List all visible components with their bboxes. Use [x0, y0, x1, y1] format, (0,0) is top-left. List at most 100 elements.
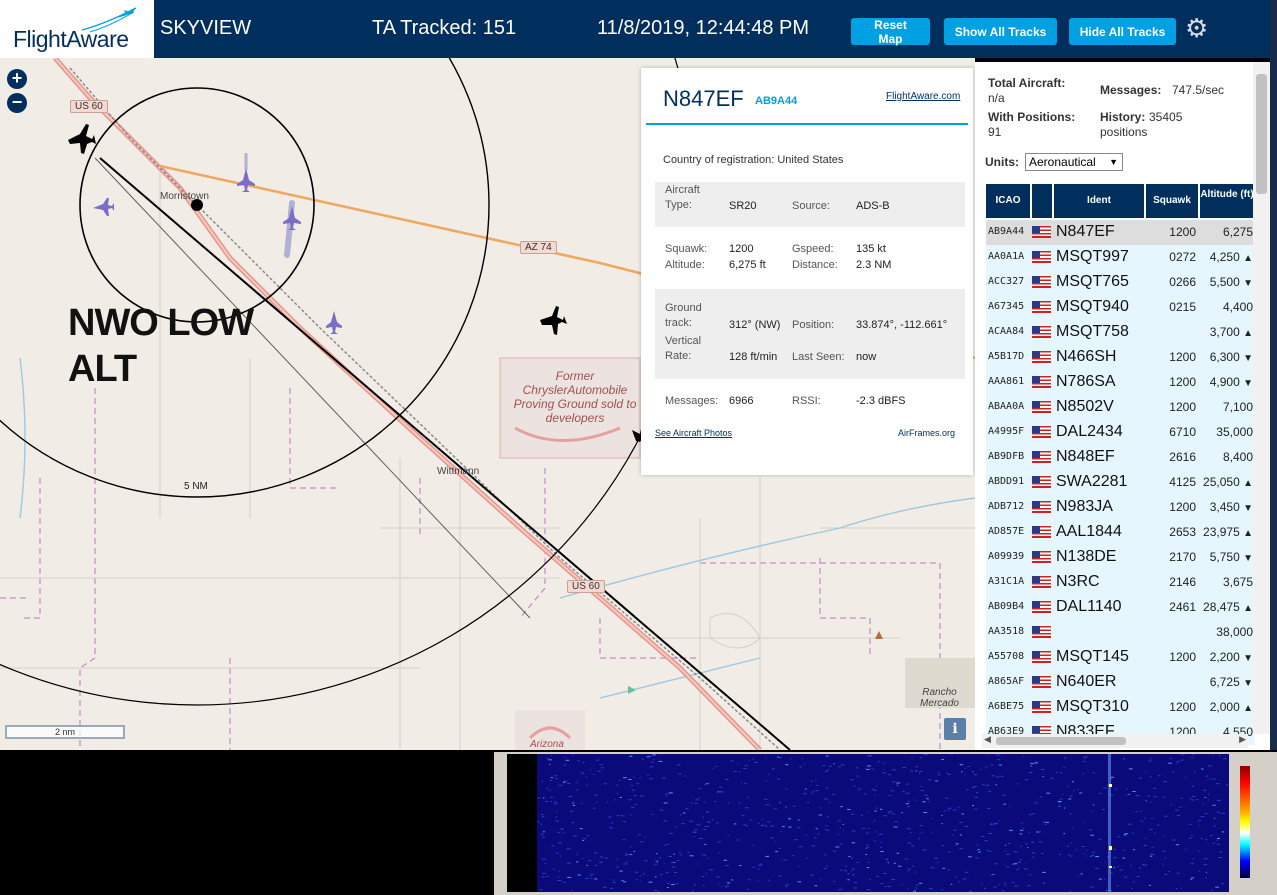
units-label: Units:: [985, 155, 1019, 169]
icao-cell: A4995F: [988, 426, 1025, 437]
table-row[interactable]: A55708 MSQT145 1200 2,200 ▼: [986, 645, 1254, 670]
table-row[interactable]: AA0A1A MSQT997 0272 4,250 ▲: [986, 245, 1254, 270]
altitude-trend-icon: ▲: [1243, 528, 1253, 539]
icao-cell: ADB712: [988, 501, 1025, 512]
aircraft-info-popup: N847EF AB9A44 FlightAware.com Country of…: [641, 68, 973, 475]
flightaware-link[interactable]: FlightAware.com: [886, 91, 960, 102]
table-row[interactable]: AAA861 N786SA 1200 4,900 ▼: [986, 370, 1254, 395]
table-row[interactable]: AB09B4 DAL1140 2461 28,475 ▲: [986, 595, 1254, 620]
altitude-cell: 6,275: [1200, 220, 1254, 244]
us-flag-icon: [1032, 470, 1052, 494]
squawk-cell: 2616: [1169, 450, 1196, 464]
squawk-cell: [1146, 670, 1200, 694]
scroll-thumb[interactable]: [1256, 74, 1267, 194]
col-header-squawk[interactable]: Squawk: [1146, 184, 1198, 218]
us-flag-icon: [1032, 495, 1052, 519]
table-row[interactable]: A09939 N138DE 2170 5,750 ▼: [986, 545, 1254, 570]
col-header-flag[interactable]: [1032, 184, 1052, 218]
scroll-left-icon[interactable]: ◀: [984, 734, 991, 745]
country-of-registration: Country of registration: United States: [663, 154, 843, 166]
scroll-thumb-horizontal[interactable]: [996, 737, 1126, 745]
gear-icon[interactable]: ⚙: [1185, 14, 1211, 42]
table-horizontal-scrollbar[interactable]: ◀ ▶: [982, 734, 1248, 748]
us-flag-icon: [1032, 620, 1052, 644]
flightaware-logo[interactable]: FlightAware: [0, 0, 154, 58]
altitude-trend-icon: ▲: [1243, 603, 1253, 614]
stats-vertical-scrollbar[interactable]: [1253, 62, 1270, 734]
ident-cell: N8502V: [1056, 398, 1114, 415]
units-select[interactable]: Aeronautical ▼: [1025, 153, 1123, 171]
squawk-cell: 1200: [1169, 375, 1196, 389]
squawk-cell: 0272: [1169, 250, 1196, 264]
col-header-ident[interactable]: Ident: [1054, 184, 1144, 218]
ident-cell: N138DE: [1056, 548, 1117, 565]
nwo-label-line2: ALT: [68, 348, 137, 390]
table-row[interactable]: AA3518 38,000: [986, 620, 1254, 645]
icao-cell: ACC327: [988, 276, 1025, 287]
aircraft-photos-link[interactable]: See Aircraft Photos: [655, 428, 732, 438]
table-row[interactable]: AB9A44 N847EF 1200 6,275: [986, 220, 1254, 245]
waterfall-colorbar: [1240, 766, 1250, 878]
nwo-low-alt-label: NWO LOW ALT: [68, 300, 254, 392]
ident-cell: N640ER: [1056, 673, 1117, 690]
altitude-cell: 4,400: [1200, 295, 1254, 319]
show-all-tracks-button[interactable]: Show All Tracks: [944, 18, 1057, 45]
proving-ground-label: Former ChryslerAutomobile Proving Ground…: [513, 369, 637, 425]
aircraft-type-label: Aircraft Type:: [665, 184, 700, 211]
popup-divider: [646, 123, 968, 125]
with-positions-value: 91: [988, 125, 1002, 139]
table-row[interactable]: ABDD91 SWA2281 4125 25,050 ▲: [986, 470, 1254, 495]
table-row[interactable]: ABAA0A N8502V 1200 7,100: [986, 395, 1254, 420]
altitude-cell: 3,700 ▲: [1200, 320, 1254, 344]
icao-cell: A09939: [988, 551, 1025, 562]
us-flag-icon: [1032, 670, 1052, 694]
table-row[interactable]: A5B17D N466SH 1200 6,300 ▼: [986, 345, 1254, 370]
altitude-value: 3,700: [1209, 325, 1240, 339]
altitude-value: 6,275 ft: [729, 259, 766, 271]
table-row[interactable]: A865AF N640ER 6,725 ▼: [986, 670, 1254, 695]
ident-cell: MSQT940: [1056, 298, 1129, 315]
altitude-value: 5,750: [1209, 550, 1240, 564]
altitude-value: 3,450: [1209, 500, 1240, 514]
table-row[interactable]: A4995F DAL2434 6710 35,000: [986, 420, 1254, 445]
altitude-trend-icon: ▲: [1243, 253, 1253, 264]
ident-cell: MSQT758: [1056, 323, 1129, 340]
nwo-label-line1: NWO LOW: [68, 302, 254, 344]
altitude-cell: 6,725 ▼: [1200, 670, 1254, 694]
us-flag-icon: [1032, 695, 1052, 719]
gspeed-label: Gspeed:: [792, 243, 834, 255]
icao-cell: A865AF: [988, 676, 1025, 687]
altitude-cell: 2,000 ▲: [1200, 695, 1254, 719]
table-row[interactable]: AD857E AAL1844 2653 23,975 ▲: [986, 520, 1254, 545]
airframes-link[interactable]: AirFrames.org: [898, 428, 955, 438]
table-row[interactable]: ADB712 N983JA 1200 3,450 ▼: [986, 495, 1254, 520]
col-header-altitude[interactable]: Altitude (ft): [1200, 184, 1254, 218]
squawk-cell: 2653: [1169, 525, 1196, 539]
col-header-icao[interactable]: ICAO: [986, 184, 1030, 218]
ident-cell: [1054, 620, 1146, 644]
map-info-button[interactable]: i: [944, 718, 966, 740]
altitude-value: 4,250: [1209, 250, 1240, 264]
source-label: Source:: [792, 200, 830, 212]
zoom-in-button[interactable]: +: [7, 69, 27, 89]
scroll-right-icon[interactable]: ▶: [1239, 734, 1246, 745]
altitude-value: 6,725: [1209, 675, 1240, 689]
icao-cell: AA3518: [988, 626, 1025, 637]
table-row[interactable]: ACC327 MSQT765 0266 5,500 ▼: [986, 270, 1254, 295]
ident-cell: N848EF: [1056, 448, 1115, 465]
table-row[interactable]: AB9DFB N848EF 2616 8,400: [986, 445, 1254, 470]
position-label: Position:: [792, 319, 835, 331]
reset-map-button[interactable]: Reset Map: [851, 18, 930, 46]
aircraft-type-block: Aircraft Type: SR20 Source: ADS-B: [655, 182, 965, 227]
table-row[interactable]: A6BE75 MSQT310 1200 2,000 ▲: [986, 695, 1254, 720]
table-row[interactable]: A67345 MSQT940 0215 4,400: [986, 295, 1254, 320]
icao-cell: AAA861: [988, 376, 1025, 387]
messages-label: Messages:: [665, 395, 719, 407]
gspeed-value: 135 kt: [856, 243, 886, 255]
hide-all-tracks-button[interactable]: Hide All Tracks: [1069, 18, 1176, 45]
zoom-out-button[interactable]: −: [7, 93, 27, 113]
table-row[interactable]: ACAA84 MSQT758 3,700 ▲: [986, 320, 1254, 345]
altitude-value: 4,400: [1222, 300, 1253, 314]
icao-cell: AA0A1A: [988, 251, 1025, 262]
table-row[interactable]: A31C1A N3RC 2146 3,675: [986, 570, 1254, 595]
